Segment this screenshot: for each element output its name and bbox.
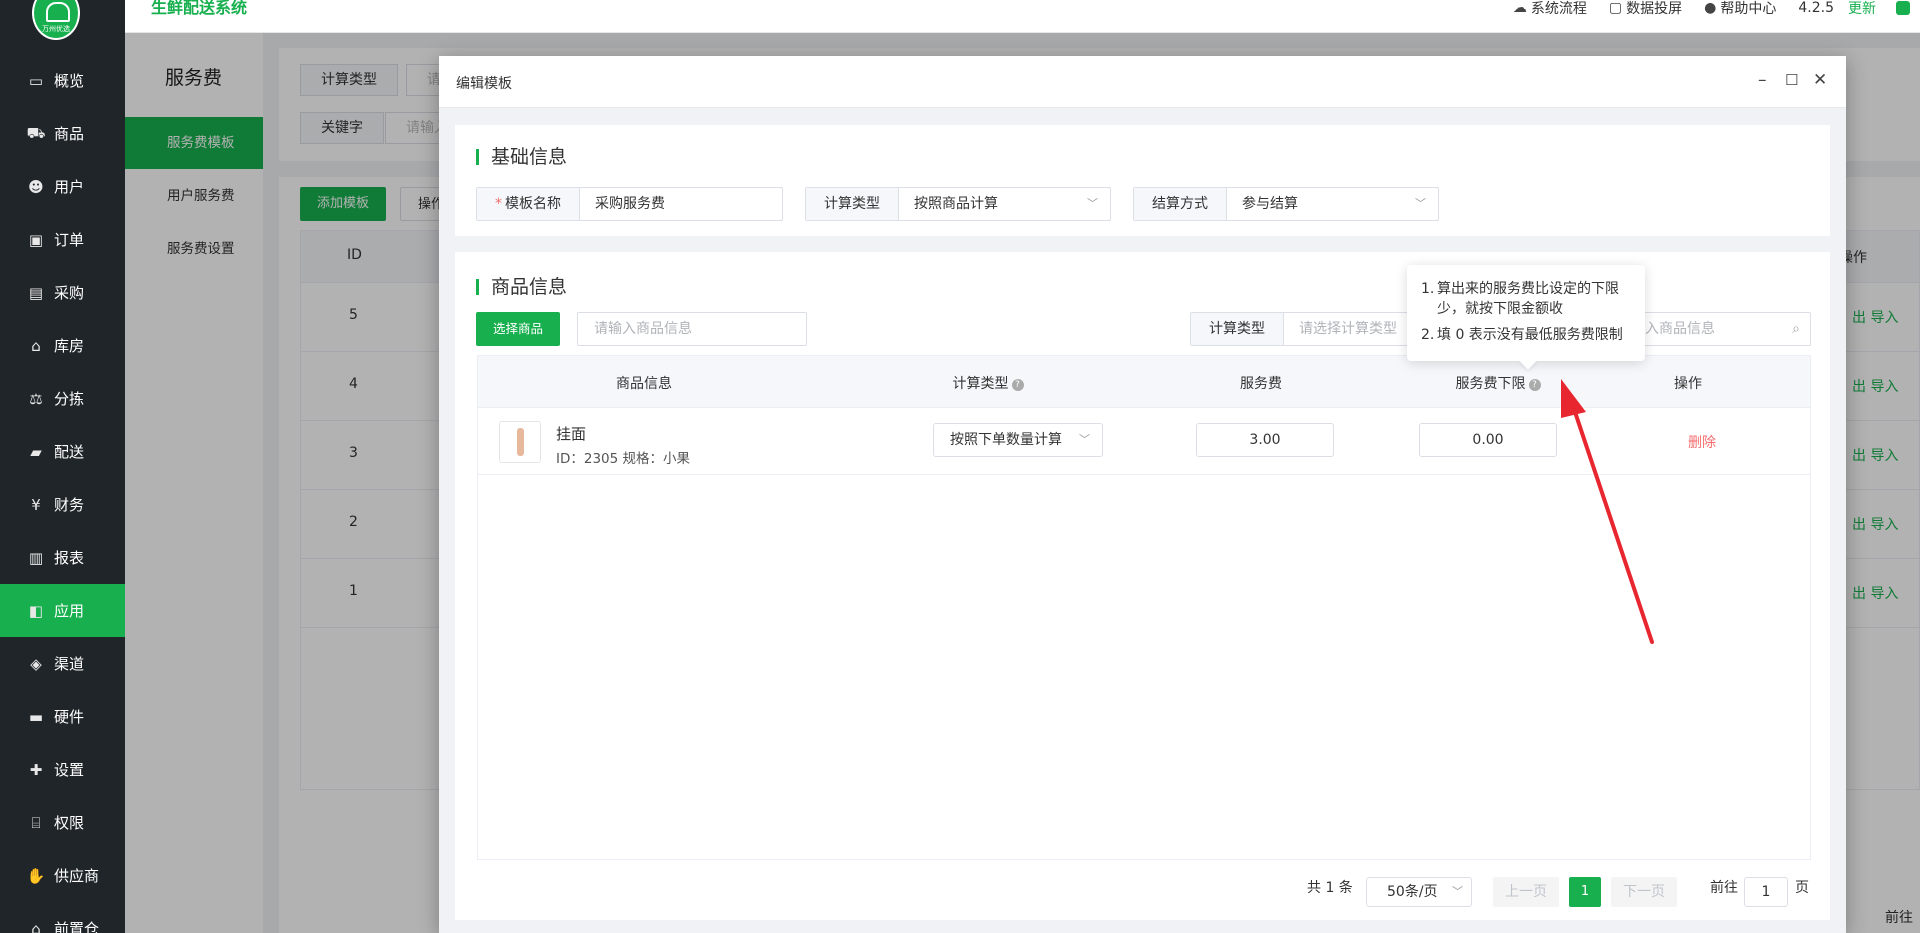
arrow-shaft xyxy=(1569,398,1654,644)
arrow-head xyxy=(1561,379,1586,418)
annotation-arrow xyxy=(1561,379,1654,644)
